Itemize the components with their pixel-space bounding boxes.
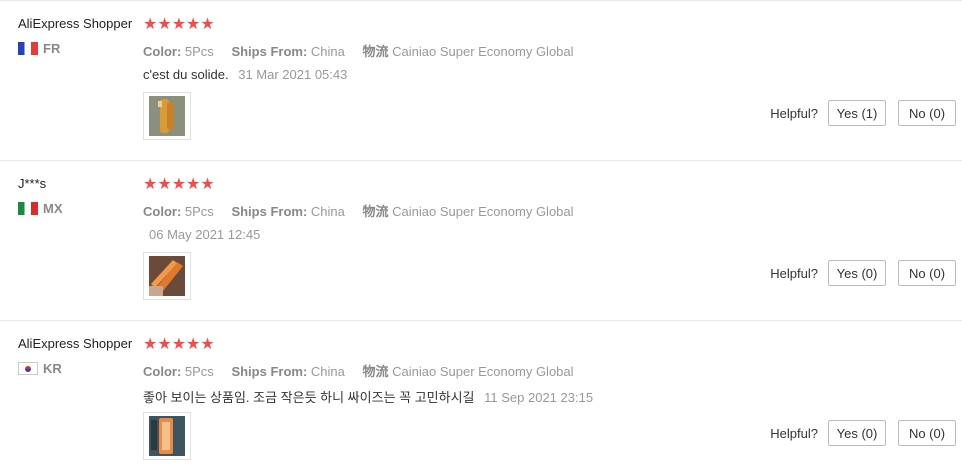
color-key: Color: — [143, 204, 182, 219]
product-photo-icon — [149, 416, 185, 456]
order-info: Color: 5Pcs Ships From: China 物流 Cainiao… — [143, 201, 574, 220]
product-photo-icon — [149, 96, 185, 136]
review-content: 좋아 보이는 상품임. 조금 작은듯 하니 싸이즈는 꼭 고민하시길 11 Se… — [143, 387, 593, 406]
review-photo-thumbnail[interactable] — [143, 252, 191, 300]
ships-from-value: China — [310, 44, 345, 59]
helpful-label: Helpful? — [770, 425, 818, 441]
reviewer-name: J***s — [18, 176, 47, 191]
review-item: J***s MX ★★★★★ Color: 5Pcs Ships From: C… — [0, 160, 962, 320]
logistics-value: Cainiao Super Economy Global — [392, 44, 574, 59]
helpful-yes-button[interactable]: Yes (0) — [828, 420, 886, 446]
reviewer-country: FR — [18, 41, 60, 56]
star-rating: ★★★★★ — [143, 16, 215, 33]
country-code: KR — [43, 361, 62, 376]
logistics-key: 物流 — [362, 44, 389, 59]
star-rating: ★★★★★ — [143, 336, 215, 353]
review-photo-thumbnail[interactable] — [143, 412, 191, 460]
review-item: AliExpress Shopper FR ★★★★★ Color: 5Pcs … — [0, 0, 962, 160]
review-date: 31 Mar 2021 05:43 — [238, 67, 348, 82]
review-item: AliExpress Shopper KR ★★★★★ Color: 5Pcs … — [0, 320, 962, 471]
country-code: MX — [43, 201, 63, 216]
review-date: 06 May 2021 12:45 — [149, 227, 261, 242]
helpful-section: Helpful? Yes (0) No (0) — [770, 420, 962, 446]
logistics-key: 物流 — [362, 204, 389, 219]
ships-from-key: Ships From: — [231, 364, 308, 379]
helpful-yes-button[interactable]: Yes (1) — [828, 100, 886, 126]
ships-from-value: China — [310, 364, 345, 379]
review-content: c'est du solide. 31 Mar 2021 05:43 — [143, 67, 347, 82]
color-key: Color: — [143, 44, 182, 59]
flag-fr-icon — [18, 42, 38, 55]
review-photo-thumbnail[interactable] — [143, 92, 191, 140]
color-key: Color: — [143, 364, 182, 379]
helpful-no-button[interactable]: No (0) — [898, 260, 956, 286]
star-rating: ★★★★★ — [143, 176, 215, 193]
color-value: 5Pcs — [184, 204, 214, 219]
ships-from-key: Ships From: — [231, 204, 308, 219]
order-info: Color: 5Pcs Ships From: China 物流 Cainiao… — [143, 41, 574, 60]
helpful-section: Helpful? Yes (1) No (0) — [770, 100, 962, 126]
ships-from-key: Ships From: — [231, 44, 308, 59]
review-content: 06 May 2021 12:45 — [143, 227, 260, 242]
color-value: 5Pcs — [184, 44, 214, 59]
logistics-value: Cainiao Super Economy Global — [392, 364, 574, 379]
country-code: FR — [43, 41, 61, 56]
reviewer-name: AliExpress Shopper — [18, 336, 133, 351]
flag-mx-icon — [18, 202, 38, 215]
logistics-value: Cainiao Super Economy Global — [392, 204, 574, 219]
color-value: 5Pcs — [184, 364, 214, 379]
review-date: 11 Sep 2021 23:15 — [484, 390, 594, 405]
ships-from-value: China — [310, 204, 345, 219]
product-photo-icon — [149, 256, 185, 296]
helpful-no-button[interactable]: No (0) — [898, 420, 956, 446]
helpful-label: Helpful? — [770, 265, 818, 281]
flag-kr-icon — [18, 362, 38, 375]
reviewer-name: AliExpress Shopper — [18, 16, 133, 31]
reviewer-country: MX — [18, 201, 63, 216]
logistics-key: 物流 — [362, 364, 389, 379]
helpful-no-button[interactable]: No (0) — [898, 100, 956, 126]
order-info: Color: 5Pcs Ships From: China 物流 Cainiao… — [143, 361, 574, 380]
helpful-label: Helpful? — [770, 105, 818, 121]
review-text: 좋아 보이는 상품임. 조금 작은듯 하니 싸이즈는 꼭 고민하시길 — [143, 390, 475, 405]
helpful-yes-button[interactable]: Yes (0) — [828, 260, 886, 286]
helpful-section: Helpful? Yes (0) No (0) — [770, 260, 962, 286]
review-text: c'est du solide. — [143, 67, 229, 82]
reviewer-country: KR — [18, 361, 62, 376]
